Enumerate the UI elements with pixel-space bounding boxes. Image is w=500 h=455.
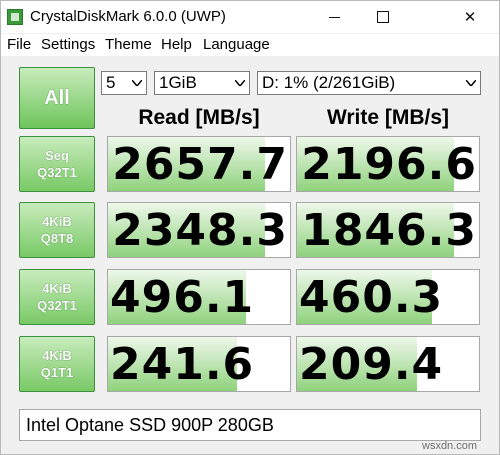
test-label-line1: 4KiB xyxy=(42,348,72,363)
menu-bar: File Settings Theme Help Language xyxy=(1,34,499,56)
read-result-4kib-q32t1: 496.1 xyxy=(107,269,291,325)
maximize-button[interactable] xyxy=(359,1,405,33)
read-value: 2657.7 xyxy=(112,139,288,190)
read-result-seq-q32t1: 2657.7 xyxy=(107,136,291,192)
chevron-down-icon xyxy=(235,80,245,86)
drive-value: D: 1% (2/261GiB) xyxy=(262,73,396,92)
read-result-4kib-q8t8: 2348.3 xyxy=(107,202,291,258)
menu-language[interactable]: Language xyxy=(203,36,270,53)
app-window: CrystalDiskMark 6.0.0 (UWP) ✕ File Setti… xyxy=(0,0,500,455)
minimize-button[interactable] xyxy=(311,1,357,33)
test-seq-q32t1-button[interactable]: Seq Q32T1 xyxy=(19,136,95,192)
write-value: 460.3 xyxy=(299,272,444,323)
read-result-4kib-q1t1: 241.6 xyxy=(107,336,291,392)
run-all-button[interactable]: All xyxy=(19,67,95,129)
window-title: CrystalDiskMark 6.0.0 (UWP) xyxy=(30,8,226,25)
test-label-line1: Seq xyxy=(45,148,69,163)
test-label-line2: Q8T8 xyxy=(40,231,74,246)
title-bar[interactable]: CrystalDiskMark 6.0.0 (UWP) ✕ xyxy=(1,1,499,33)
test-4kib-q32t1-button[interactable]: 4KiB Q32T1 xyxy=(19,269,95,325)
write-result-4kib-q32t1: 460.3 xyxy=(296,269,480,325)
test-count-select[interactable]: 5 xyxy=(101,71,147,95)
read-column-header: Read [MB/s] xyxy=(138,106,260,129)
app-icon xyxy=(7,9,23,25)
drive-select[interactable]: D: 1% (2/261GiB) xyxy=(257,71,481,95)
menu-file[interactable]: File xyxy=(7,36,31,53)
write-value: 2196.6 xyxy=(301,139,477,190)
write-column-header: Write [MB/s] xyxy=(326,106,450,129)
read-value: 496.1 xyxy=(110,272,255,323)
test-label-line2: Q1T1 xyxy=(40,365,74,380)
write-result-seq-q32t1: 2196.6 xyxy=(296,136,480,192)
test-label-line1: 4KiB xyxy=(42,214,72,229)
watermark: wsxdn.com xyxy=(422,440,478,452)
test-label-line1: 4KiB xyxy=(42,281,72,296)
close-button[interactable]: ✕ xyxy=(447,1,493,33)
write-result-4kib-q8t8: 1846.3 xyxy=(296,202,480,258)
test-count-value: 5 xyxy=(106,73,116,92)
test-size-select[interactable]: 1GiB xyxy=(154,71,250,95)
test-size-value: 1GiB xyxy=(159,73,197,92)
read-value: 241.6 xyxy=(110,339,255,390)
write-value: 1846.3 xyxy=(301,205,477,256)
comment-input[interactable]: Intel Optane SSD 900P 280GB xyxy=(19,409,481,441)
test-4kib-q8t8-button[interactable]: 4KiB Q8T8 xyxy=(19,202,95,258)
menu-help[interactable]: Help xyxy=(161,36,192,53)
chevron-down-icon xyxy=(466,80,476,86)
read-value: 2348.3 xyxy=(112,205,288,256)
test-label-line2: Q32T1 xyxy=(37,298,77,313)
chevron-down-icon xyxy=(132,80,142,86)
menu-settings[interactable]: Settings xyxy=(41,36,95,53)
test-label-line2: Q32T1 xyxy=(37,165,77,180)
write-result-4kib-q1t1: 209.4 xyxy=(296,336,480,392)
write-value: 209.4 xyxy=(299,339,444,390)
menu-theme[interactable]: Theme xyxy=(105,36,152,53)
test-4kib-q1t1-button[interactable]: 4KiB Q1T1 xyxy=(19,336,95,392)
